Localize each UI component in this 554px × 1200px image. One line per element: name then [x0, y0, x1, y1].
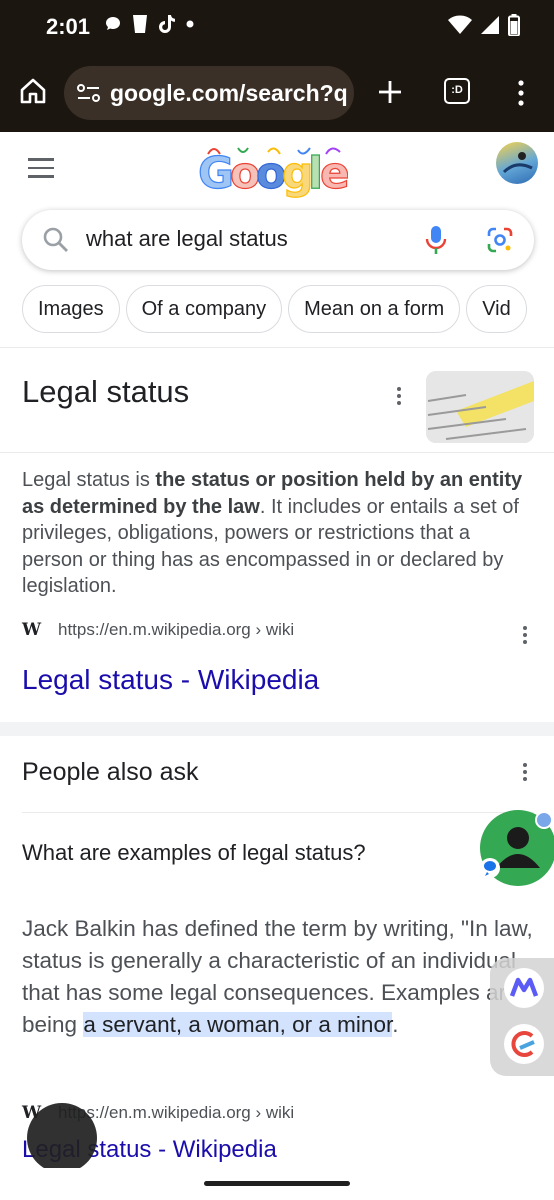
divider	[0, 347, 554, 348]
dot-icon	[186, 20, 194, 28]
section-separator	[0, 722, 554, 736]
chip-of-a-company[interactable]: Of a company	[125, 285, 283, 333]
more-menu-icon[interactable]	[516, 80, 526, 106]
google-lens-icon[interactable]	[486, 226, 514, 254]
search-bar[interactable]: what are legal status	[22, 210, 534, 270]
status-time: 2:01	[46, 14, 91, 39]
notification-icons	[104, 14, 194, 34]
knowledge-panel-thumbnail[interactable]	[426, 371, 534, 443]
highlighted-document-image	[426, 371, 534, 443]
app-shortcut-icon[interactable]	[502, 1022, 546, 1066]
wikipedia-logo-icon: W	[22, 620, 42, 640]
signal-icon	[481, 16, 499, 34]
result-link-title[interactable]: Legal status - Wikipedia	[22, 664, 319, 696]
people-also-ask-more-icon[interactable]	[523, 763, 529, 784]
answer-text: .	[392, 1012, 399, 1037]
floating-app-dock	[490, 958, 554, 1076]
knowledge-panel-title: Legal status	[22, 374, 190, 409]
paa-answer: Jack Balkin has defined the term by writ…	[22, 913, 538, 1041]
answer-highlight: a servant, a woman, or a minor	[83, 1012, 393, 1037]
home-icon[interactable]	[18, 76, 48, 106]
chip-videos[interactable]: Vid	[466, 285, 527, 333]
svg-text:G: G	[198, 148, 234, 199]
snippet-text: Legal status is	[22, 469, 156, 491]
source-url: https://en.m.wikipedia.org › wiki	[58, 1103, 295, 1122]
messenger-icon[interactable]	[502, 966, 546, 1010]
status-bar: 2:01	[0, 0, 554, 56]
new-tab-icon[interactable]	[376, 78, 404, 106]
address-bar[interactable]: google.com/search?q	[64, 66, 354, 120]
home-gesture-handle[interactable]	[204, 1181, 350, 1186]
chip-mean-on-a-form[interactable]: Mean on a form	[288, 285, 461, 333]
chip-images[interactable]: Images	[22, 285, 120, 333]
paa-question[interactable]: What are examples of legal status?	[22, 840, 366, 866]
wifi-icon	[448, 15, 472, 34]
avatar-icon	[502, 152, 533, 174]
knowledge-panel-snippet: Legal status is the status or position h…	[22, 467, 536, 600]
browser-toolbar: google.com/search?q :D	[0, 56, 554, 132]
divider	[22, 812, 534, 813]
chat-bubble-icon	[106, 17, 120, 30]
google-doodle-logo[interactable]: G o o g l e	[198, 140, 348, 200]
divider	[0, 452, 554, 453]
chat-head-bubble[interactable]	[480, 810, 554, 886]
tab-switcher-button[interactable]: :D	[444, 78, 470, 104]
tiktok-icon	[159, 15, 175, 33]
person-icon	[480, 811, 553, 878]
filter-chips: Images Of a company Mean on a form Vid	[22, 285, 554, 333]
url-text: google.com/search?q	[110, 79, 348, 106]
cup-icon	[133, 15, 147, 33]
source-url: https://en.m.wikipedia.org › wiki	[58, 620, 295, 639]
knowledge-panel-more-icon[interactable]	[397, 387, 403, 408]
battery-icon	[508, 14, 520, 36]
search-input[interactable]: what are legal status	[86, 226, 288, 252]
site-settings-icon[interactable]	[76, 82, 102, 104]
floating-assistant-button[interactable]	[27, 1103, 97, 1173]
svg-text:e: e	[320, 148, 348, 199]
menu-icon[interactable]	[28, 158, 54, 184]
search-icon	[43, 227, 68, 252]
result-more-icon[interactable]	[523, 626, 529, 647]
system-icons	[448, 14, 520, 36]
voice-search-icon[interactable]	[424, 224, 448, 256]
result-source[interactable]: W https://en.m.wikipedia.org › wiki	[22, 620, 294, 640]
google-header: G o o g l e	[0, 132, 554, 202]
people-also-ask-heading: People also ask	[22, 758, 199, 786]
account-avatar[interactable]	[496, 142, 538, 184]
